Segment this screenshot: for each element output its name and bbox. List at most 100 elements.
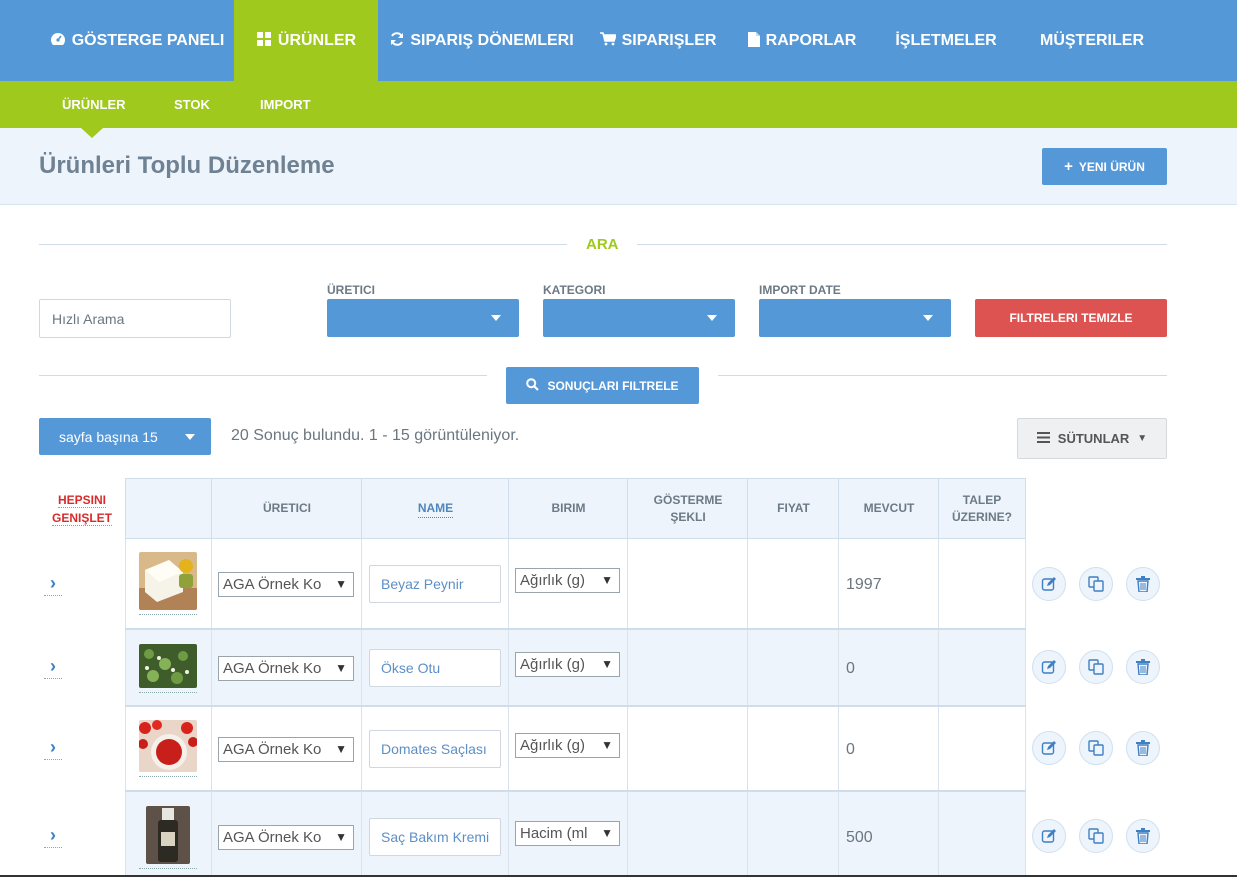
caret-down-icon: ▼ xyxy=(601,657,613,671)
top-navigation: GÖSTERGE PANELI ÜRÜNLER SIPARIŞ DÖNEMLER… xyxy=(0,0,1237,81)
new-product-button[interactable]: + YENI ÜRÜN xyxy=(1042,148,1167,185)
import-date-filter-label: IMPORT DATE xyxy=(759,283,841,297)
caret-down-icon: ▼ xyxy=(335,577,347,591)
duplicate-button[interactable] xyxy=(1079,650,1113,684)
chevron-down-icon xyxy=(923,315,933,321)
list-icon xyxy=(1036,431,1050,446)
edit-icon xyxy=(1041,659,1057,675)
dashboard-icon xyxy=(50,32,66,49)
unit-select-value: Ağırlık (g) xyxy=(520,572,586,589)
delete-button[interactable] xyxy=(1126,650,1160,684)
category-filter-label: KATEGORI xyxy=(543,283,606,297)
divider xyxy=(718,375,1167,376)
clear-filters-button[interactable]: FILTRELERI TEMIZLE xyxy=(975,299,1167,337)
edit-button[interactable] xyxy=(1032,567,1066,601)
product-name-input[interactable]: Domates Saçlası xyxy=(369,730,501,768)
nav-customers[interactable]: MÜŞTERILER xyxy=(1035,0,1149,81)
duplicate-button[interactable] xyxy=(1079,567,1113,601)
chevron-down-icon xyxy=(185,434,195,440)
product-name-input[interactable]: Ökse Otu xyxy=(369,649,501,687)
subnav-products[interactable]: ÜRÜNLER xyxy=(62,81,126,128)
copy-icon xyxy=(1088,659,1104,675)
column-header-price[interactable]: FIYAT xyxy=(747,478,839,539)
nav-reports[interactable]: RAPORLAR xyxy=(747,0,856,81)
refresh-icon xyxy=(390,32,404,49)
active-subnav-indicator xyxy=(81,128,103,138)
product-name-input[interactable]: Saç Bakım Kremi xyxy=(369,818,501,856)
nav-products[interactable]: ÜRÜNLER xyxy=(234,0,378,81)
nav-orders[interactable]: SIPARIŞLER xyxy=(599,0,716,81)
product-name-input[interactable]: Beyaz Peynir xyxy=(369,565,501,603)
clear-filters-label: FILTRELERI TEMIZLE xyxy=(1009,311,1133,325)
column-header-on-demand[interactable]: TALEP ÜZERINE? xyxy=(938,478,1026,539)
filter-results-button[interactable]: SONUÇLARI FILTRELE xyxy=(506,367,699,404)
delete-button[interactable] xyxy=(1126,567,1160,601)
expand-row-chevron-icon[interactable]: › xyxy=(44,826,62,848)
category-filter-select[interactable] xyxy=(543,299,735,337)
columns-button[interactable]: SÜTUNLAR ▼ xyxy=(1017,418,1167,459)
thumbnail-underline xyxy=(139,614,197,615)
product-thumbnail[interactable] xyxy=(139,644,197,688)
product-thumbnail[interactable] xyxy=(139,552,197,610)
column-header-unit[interactable]: BIRIM xyxy=(508,478,628,539)
per-page-select[interactable]: sayfa başına 15 xyxy=(39,418,211,455)
edit-button[interactable] xyxy=(1032,731,1066,765)
copy-icon xyxy=(1088,828,1104,844)
nav-dashboard-label: GÖSTERGE PANELI xyxy=(71,31,225,49)
stock-value: 0 xyxy=(846,741,855,758)
expand-row-chevron-icon[interactable]: › xyxy=(44,574,62,596)
duplicate-button[interactable] xyxy=(1079,819,1113,853)
delete-button[interactable] xyxy=(1126,731,1160,765)
product-name-value: Beyaz Peynir xyxy=(381,576,464,592)
new-product-label: YENI ÜRÜN xyxy=(1078,159,1145,174)
unit-select[interactable]: Ağırlık (g) ▼ xyxy=(515,652,620,677)
product-name-value: Saç Bakım Kremi xyxy=(381,829,490,845)
producer-select[interactable]: AGA Örnek Ko ▼ xyxy=(218,825,354,850)
nav-order-periods[interactable]: SIPARIŞ DÖNEMLERI xyxy=(391,0,574,81)
product-thumbnail[interactable] xyxy=(139,720,197,772)
unit-select[interactable]: Ağırlık (g) ▼ xyxy=(515,568,620,593)
delete-button[interactable] xyxy=(1126,819,1160,853)
caret-down-icon: ▼ xyxy=(1137,433,1148,444)
nav-businesses[interactable]: İŞLETMELER xyxy=(890,0,1002,81)
nav-order-periods-label: SIPARIŞ DÖNEMLERI xyxy=(410,31,574,49)
expand-row-chevron-icon[interactable]: › xyxy=(44,657,62,679)
nav-dashboard[interactable]: GÖSTERGE PANELI xyxy=(40,0,234,81)
subnav-stock[interactable]: STOK xyxy=(174,81,210,128)
column-header-display[interactable]: GÖSTERME ŞEKLI xyxy=(627,478,748,539)
per-page-label: sayfa başına 15 xyxy=(59,428,158,445)
stock-value: 500 xyxy=(846,829,873,846)
stock-value: 0 xyxy=(846,660,855,677)
import-date-filter-select[interactable] xyxy=(759,299,951,337)
grid-icon xyxy=(256,32,272,49)
unit-select[interactable]: Ağırlık (g) ▼ xyxy=(515,733,620,758)
quick-search-input[interactable]: Hızlı Arama xyxy=(39,299,231,338)
edit-button[interactable] xyxy=(1032,819,1066,853)
column-header-producer[interactable]: ÜRETICI xyxy=(211,478,362,539)
subnav-import[interactable]: IMPORT xyxy=(260,81,311,128)
duplicate-button[interactable] xyxy=(1079,731,1113,765)
trash-icon xyxy=(1136,659,1150,675)
column-header-display-label: GÖSTERME xyxy=(653,492,723,507)
expand-row-chevron-icon[interactable]: › xyxy=(44,738,62,760)
column-header-image xyxy=(125,478,212,539)
unit-select-value: Hacim (ml xyxy=(520,825,588,842)
expand-all-link[interactable]: HEPSINI GENIŞLET xyxy=(47,491,117,527)
column-header-name[interactable]: NAME xyxy=(361,478,509,539)
caret-down-icon: ▼ xyxy=(601,738,613,752)
divider xyxy=(637,244,1167,245)
quick-search-placeholder: Hızlı Arama xyxy=(52,310,125,327)
producer-select-value: AGA Örnek Ko xyxy=(223,660,322,677)
producer-select-value: AGA Örnek Ko xyxy=(223,829,322,846)
producer-select[interactable]: AGA Örnek Ko ▼ xyxy=(218,572,354,597)
producer-select[interactable]: AGA Örnek Ko ▼ xyxy=(218,656,354,681)
product-thumbnail[interactable] xyxy=(146,806,190,864)
producer-filter-select[interactable] xyxy=(327,299,519,337)
producer-select[interactable]: AGA Örnek Ko ▼ xyxy=(218,737,354,762)
results-summary: 20 Sonuç bulundu. 1 - 15 görüntüleniyor. xyxy=(231,427,520,444)
column-header-on-demand-label: ÜZERINE? xyxy=(952,509,1012,524)
unit-select[interactable]: Hacim (ml ▼ xyxy=(515,821,620,846)
edit-button[interactable] xyxy=(1032,650,1066,684)
column-header-stock[interactable]: MEVCUT xyxy=(838,478,939,539)
unit-select-value: Ağırlık (g) xyxy=(520,656,586,673)
